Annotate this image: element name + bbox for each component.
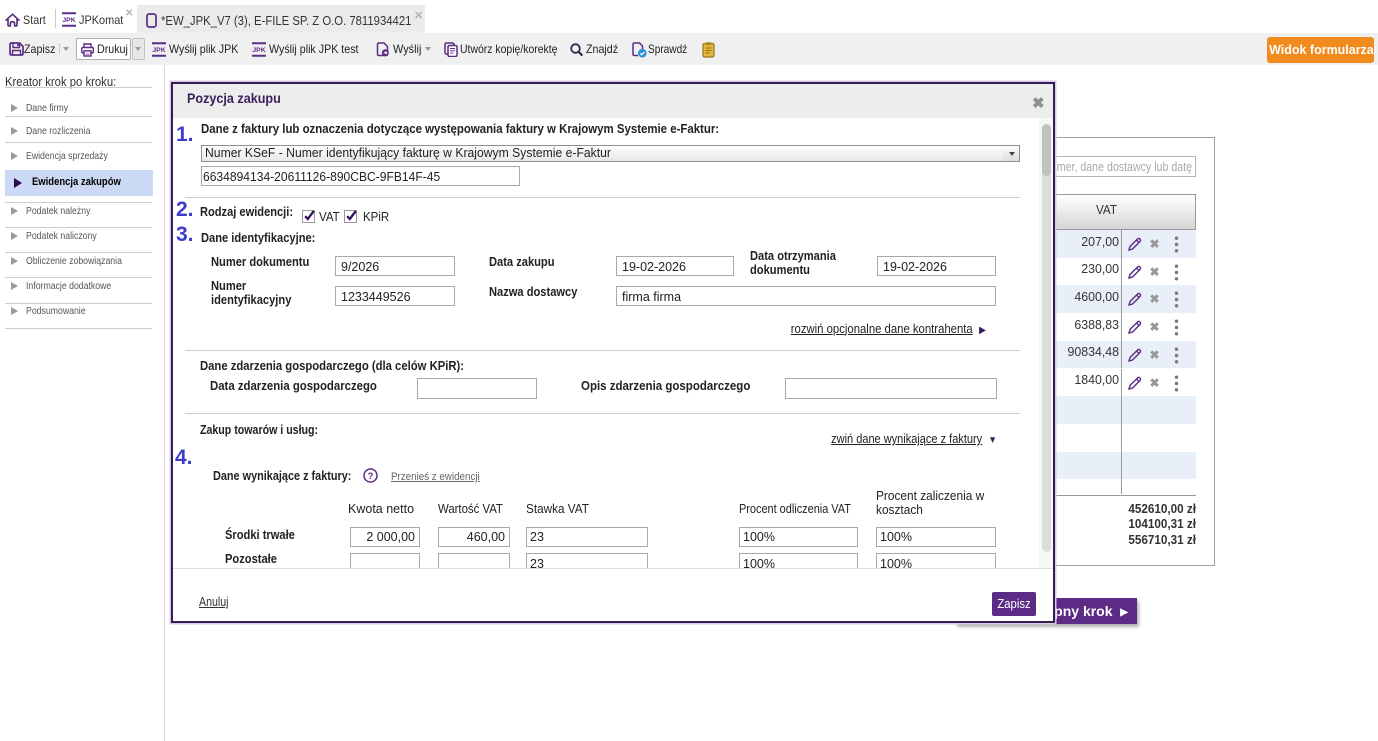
svg-text:JPK: JPK [252,47,265,54]
svg-text:JPK: JPK [152,47,165,54]
svg-text:JPK: JPK [62,17,75,24]
svg-text:?: ? [368,471,374,482]
